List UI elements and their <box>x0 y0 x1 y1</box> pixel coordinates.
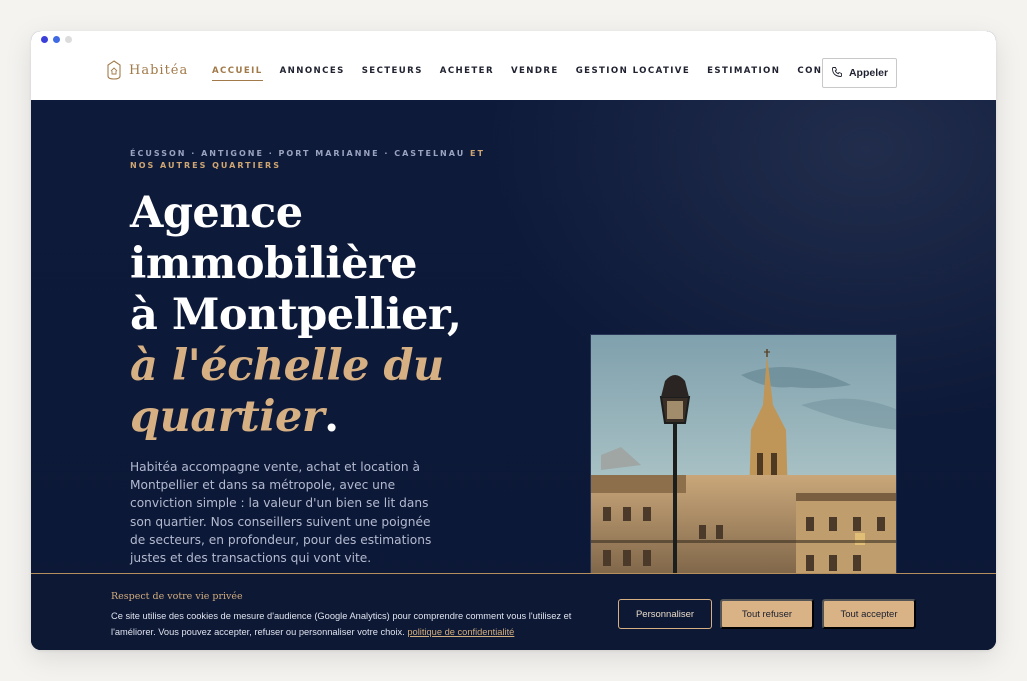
hero-intro: Habitéa accompagne vente, achat et locat… <box>130 460 432 566</box>
nav-acheter[interactable]: ACHETER <box>440 66 494 81</box>
call-button-label: Appeler <box>848 67 889 79</box>
window-dot-2[interactable] <box>53 36 60 43</box>
nav-estimation[interactable]: ESTIMATION <box>707 66 780 81</box>
window-dot-3[interactable] <box>65 36 72 43</box>
phone-icon <box>831 66 843 81</box>
hero-section: ÉCUSSON · ANTIGONE · PORT MARIANNE · CAS… <box>31 100 996 650</box>
headline-italic-1: à l'échelle du <box>130 341 444 391</box>
brand-logo[interactable]: Habitéa <box>107 60 188 80</box>
brand-name: Habitéa <box>129 62 189 78</box>
nav-gestion-locative[interactable]: GESTION LOCATIVE <box>576 66 690 81</box>
browser-window: Habitéa ACCUEIL ANNONCES SECTEURS ACHETE… <box>31 31 996 650</box>
nav-secteurs[interactable]: SECTEURS <box>362 66 423 81</box>
window-dot-1[interactable] <box>41 36 48 43</box>
site-header: Habitéa ACCUEIL ANNONCES SECTEURS ACHETE… <box>31 31 996 100</box>
cookie-title: Respect de votre vie privée <box>111 591 243 602</box>
main-nav: ACCUEIL ANNONCES SECTEURS ACHETER VENDRE… <box>212 66 869 81</box>
refuse-all-button[interactable]: Tout refuser <box>720 599 814 629</box>
headline-line-2: immobilière <box>130 239 417 289</box>
accept-all-button[interactable]: Tout accepter <box>822 599 916 629</box>
call-button[interactable]: Appeler <box>822 58 897 88</box>
house-crest-icon <box>107 60 121 80</box>
headline-line-3: à Montpellier, <box>130 290 462 340</box>
quartiers-list: ÉCUSSON · ANTIGONE · PORT MARIANNE · CAS… <box>130 148 510 172</box>
headline-italic-2: quartier <box>130 392 325 442</box>
nav-accueil[interactable]: ACCUEIL <box>212 66 263 81</box>
privacy-policy-link[interactable]: politique de confidentialité <box>407 627 514 637</box>
window-dots <box>41 36 72 43</box>
nav-vendre[interactable]: VENDRE <box>511 66 559 81</box>
quartiers-names: ÉCUSSON · ANTIGONE · PORT MARIANNE · CAS… <box>130 149 466 158</box>
headline-line-1: Agence <box>130 188 303 238</box>
montpellier-photo <box>590 334 897 604</box>
cookie-banner: Respect de votre vie privée Ce site util… <box>31 573 996 650</box>
customize-cookies-button[interactable]: Personnaliser <box>618 599 712 629</box>
hero-headline: Agence immobilière à Montpellier, à l'éc… <box>130 188 530 443</box>
nav-annonces[interactable]: ANNONCES <box>280 66 345 81</box>
headline-period: . <box>324 392 339 442</box>
cookie-text: Ce site utilise des cookies de mesure d'… <box>111 608 601 640</box>
